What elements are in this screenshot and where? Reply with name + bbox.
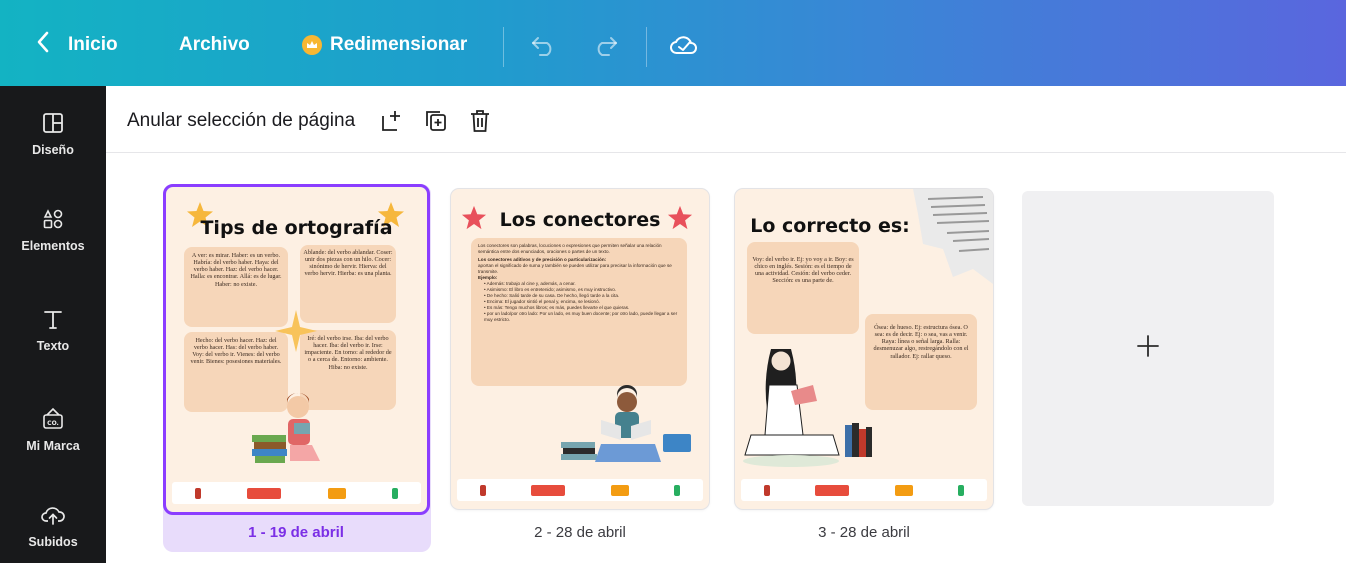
- svg-text:CO.: CO.: [47, 420, 59, 427]
- page-2-title: Los conectores: [499, 209, 661, 231]
- page-toolbar: Anular selección de página: [127, 106, 495, 136]
- editor-header: Inicio Archivo Redimensionar: [0, 0, 1346, 86]
- program-logo: [531, 484, 566, 496]
- sidebar-item-design[interactable]: Diseño: [0, 112, 106, 157]
- resize-button[interactable]: Redimensionar: [302, 34, 467, 56]
- deselect-pages-button[interactable]: Anular selección de página: [127, 110, 355, 132]
- add-page-icon[interactable]: [377, 106, 407, 136]
- faculty-logo: [610, 484, 629, 496]
- plus-icon: [1136, 334, 1160, 363]
- delete-page-icon[interactable]: [465, 106, 495, 136]
- page-thumbnail-2[interactable]: Los conectores Los conectores son palabr…: [451, 189, 709, 509]
- sidebar: Diseño Elementos Texto CO. Mi Marca Subi…: [0, 86, 106, 563]
- reader-illustration: [561, 385, 691, 462]
- sidebar-item-label: Mi Marca: [26, 439, 80, 453]
- sidebar-item-label: Diseño: [32, 143, 74, 157]
- bullet-item: • por un lado/por otro lado: Por un lado…: [484, 310, 678, 322]
- university-logo: [479, 484, 486, 496]
- program-logo: [815, 484, 850, 496]
- brand-icon: CO.: [42, 406, 64, 433]
- file-menu-button[interactable]: Archivo: [179, 34, 250, 56]
- logos-footer: [741, 479, 987, 501]
- sidebar-item-text[interactable]: Texto: [0, 308, 106, 353]
- cloud-upload-icon: [41, 504, 65, 529]
- page-3-title: Lo correcto es:: [750, 215, 910, 237]
- sidebar-item-elements[interactable]: Elementos: [0, 208, 106, 253]
- redo-icon[interactable]: [591, 31, 619, 59]
- page-label-1: 1 - 19 de abril: [248, 524, 344, 541]
- page-thumbnail-3[interactable]: Lo correcto es: Voy: del verbo ir. Ej: y…: [735, 189, 993, 509]
- add-page-button[interactable]: [1022, 191, 1274, 506]
- page-label-2: 2 - 28 de abril: [534, 524, 626, 541]
- crown-icon: [302, 35, 322, 55]
- brand-logo: [958, 484, 965, 496]
- text-icon: [42, 308, 64, 333]
- newspaper-decoration: [913, 189, 993, 284]
- logos-footer: [457, 479, 703, 501]
- page-label-3: 3 - 28 de abril: [818, 524, 910, 541]
- cloud-check-icon[interactable]: [670, 31, 698, 59]
- shapes-icon: [42, 208, 64, 233]
- duplicate-page-icon[interactable]: [421, 106, 451, 136]
- brand-logo: [674, 484, 681, 496]
- resize-label: Redimensionar: [330, 34, 468, 55]
- home-label: Inicio: [68, 34, 118, 55]
- sidebar-item-label: Subidos: [28, 535, 78, 549]
- university-logo: [763, 484, 770, 496]
- undo-icon[interactable]: [530, 31, 558, 59]
- correct-block: Voy: del verbo ir. Ej: yo voy a ir. Boy:…: [752, 256, 854, 285]
- header-divider: [646, 27, 647, 67]
- header-divider: [503, 27, 504, 67]
- desc-text: aportan el significado de suma y también…: [478, 262, 672, 274]
- sidebar-item-uploads[interactable]: Subidos: [0, 504, 106, 549]
- intro-text: Los conectores son palabras, locuciones …: [478, 243, 662, 254]
- sidebar-item-label: Elementos: [21, 239, 85, 253]
- toolbar-divider: [106, 152, 1346, 153]
- info-box: Los conectores son palabras, locuciones …: [471, 238, 687, 386]
- layout-icon: [42, 112, 64, 137]
- chevron-left-icon: [36, 31, 50, 59]
- sidebar-item-brand[interactable]: CO. Mi Marca: [0, 406, 106, 453]
- selected-page-outline: [163, 184, 430, 515]
- home-button[interactable]: Inicio: [36, 31, 118, 59]
- woman-reading-illustration: [743, 349, 872, 467]
- faculty-logo: [894, 484, 913, 496]
- sidebar-item-label: Texto: [36, 339, 70, 353]
